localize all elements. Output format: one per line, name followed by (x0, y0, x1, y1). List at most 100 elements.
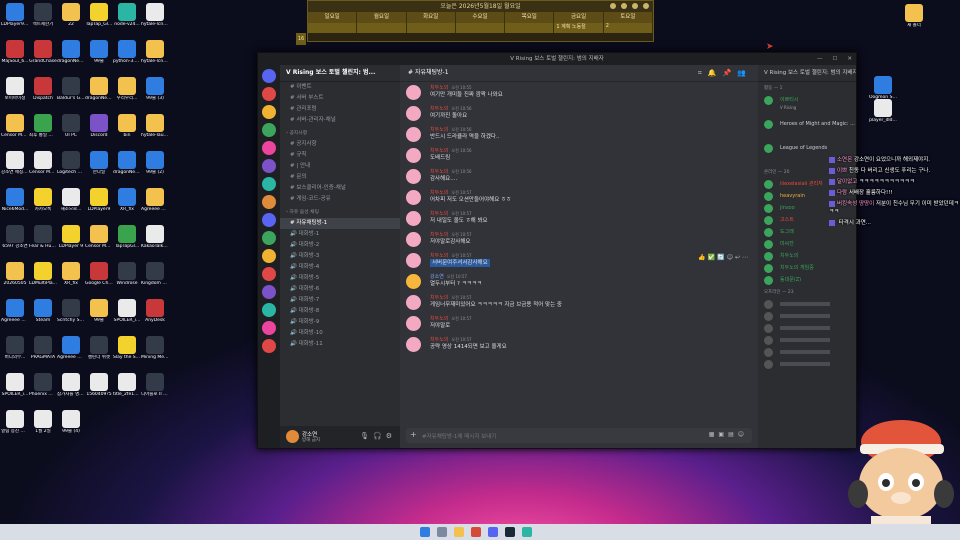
desktop-icon[interactable]: 6597 강소연 (1, 225, 29, 249)
server-icon[interactable] (262, 321, 276, 335)
desktop-icon[interactable]: dragonNest... (57, 40, 85, 64)
desktop-icon[interactable]: TapTap_Gl... (85, 3, 113, 27)
desktop-icon[interactable]: Baldur's Gate 3 (57, 77, 85, 101)
desktop-icon[interactable]: Google Chrome (85, 262, 113, 286)
channel-item[interactable]: # 관리포럼 (280, 104, 400, 115)
desktop-icon[interactable]: XR_fix (113, 188, 141, 212)
desktop-icon[interactable]: Agreeee 한글패치 (1, 299, 29, 323)
desktop-icon[interactable]: PRAGMATA (29, 336, 57, 360)
message-item[interactable]: 치두노의 오전 10:57 어차피 저도 오션만들어야해요 ㅎㅎ (400, 187, 758, 208)
desktop-icon[interactable]: 해조으로... (57, 188, 85, 212)
channel-item[interactable]: 🔊 대화방-4 (280, 262, 400, 273)
desktop-icon[interactable]: Scritchy Scratchy (57, 299, 85, 323)
desktop-icon[interactable]: Agreeee 한글패치 (1) (57, 336, 85, 360)
avatar[interactable] (406, 253, 421, 268)
member-item[interactable] (758, 310, 856, 322)
channel-item[interactable]: 🔊 대화방-9 (280, 317, 400, 328)
avatar[interactable] (406, 148, 421, 163)
channel-item[interactable]: # 게임-코드-공유 (280, 194, 400, 205)
server-icon[interactable] (262, 267, 276, 281)
bell-icon[interactable]: 🔔 (708, 69, 723, 77)
desktop-icon[interactable]: LDMultiPla... (29, 262, 57, 286)
member-item[interactable] (758, 322, 856, 334)
channel-item[interactable]: 🔊 대화방-6 (280, 284, 400, 295)
desktop-icon[interactable]: Censor Mod ADanMaric... (85, 225, 113, 249)
calendar-control-icon[interactable] (632, 3, 638, 9)
search-icon[interactable] (437, 527, 447, 537)
desktop-icon[interactable]: dragonNest... (85, 77, 113, 101)
member-item[interactable]: Heroes of Might and Magic: ... (758, 118, 856, 142)
desktop-icon[interactable]: 22 (57, 3, 85, 27)
server-icon[interactable] (262, 177, 276, 191)
desktop-icon[interactable]: Discord (85, 114, 113, 138)
member-item[interactable] (758, 334, 856, 346)
desktop-icon[interactable]: player_dld... (869, 99, 897, 123)
desktop-icon[interactable]: 1월 2일 (29, 410, 57, 434)
message-list[interactable]: 치두노의 오전 10:55 여기만 개미들 진짜 깜짝 나와요 치두노의 오전 10:5… (400, 82, 758, 424)
channel-item[interactable]: # | 안내 (280, 161, 400, 172)
desktop-icon[interactable]: SPOILER_i... (1, 373, 29, 397)
server-icon[interactable] (262, 231, 276, 245)
desktop-icon[interactable]: LDPlayer9_... (1, 3, 29, 27)
calendar-control-icon[interactable] (621, 3, 627, 9)
calendar-day-cell[interactable]: 2 (603, 23, 653, 33)
channel-item[interactable]: 🔊 대화방-8 (280, 306, 400, 317)
desktop-icon[interactable]: hytale-laun... (141, 114, 169, 138)
chrome-icon[interactable] (471, 527, 481, 537)
desktop-icon[interactable]: 최후 통일 게임 패치 (29, 114, 57, 138)
channel-item[interactable]: 🔊 대화방-3 (280, 251, 400, 262)
calendar-control-icon[interactable] (643, 3, 649, 9)
desktop-icon[interactable]: SPOILER_i... (113, 299, 141, 323)
app-taskbar-icon[interactable] (522, 527, 532, 537)
message-item[interactable]: 치두노의 오전 10:56 감사해요.... (400, 166, 758, 187)
server-icon[interactable] (262, 141, 276, 155)
desktop-icon[interactable]: node-v24... (113, 3, 141, 27)
desktop-icon[interactable]: 엑트제한기 (29, 3, 57, 27)
sticker-icon[interactable]: ▤ (728, 431, 738, 438)
desktop-icon[interactable]: XR_fix (57, 262, 85, 286)
server-icon[interactable] (262, 69, 276, 83)
desktop-icon[interactable]: Dispatch (29, 77, 57, 101)
gif-icon[interactable]: ▣ (718, 431, 728, 438)
desktop-icon[interactable]: Fear & Hunger (29, 225, 57, 249)
desktop-icon[interactable]: 99술 (2) (141, 151, 169, 175)
desktop-icon[interactable]: 20260505 (1, 262, 29, 286)
avatar[interactable] (406, 106, 421, 121)
desktop-icon[interactable]: hytale-lcne... (141, 40, 169, 64)
calendar-day-cell[interactable] (357, 23, 407, 33)
desktop-icon[interactable]: Kingdom Come De... (141, 262, 169, 286)
message-item[interactable]: 치두노의 오전 10:57 저야말로감사해요 (400, 229, 758, 250)
file-explorer-icon[interactable] (454, 527, 464, 537)
desktop-icon[interactable]: 99술 (4) (57, 410, 85, 434)
minimize-icon[interactable]: — (817, 53, 823, 65)
desktop-icon[interactable]: 열림 응진 열닫화 311 (1, 410, 29, 434)
avatar[interactable] (406, 232, 421, 247)
channel-item[interactable]: # 보스클리어-인증-채널 (280, 183, 400, 194)
desktop-icon[interactable]: Nice6Mod... (1, 188, 29, 212)
avatar[interactable] (406, 316, 421, 331)
desktop-icon[interactable]: Oogmon SuperRum... (869, 76, 897, 100)
channel-item[interactable]: 🔊 대화방-7 (280, 295, 400, 306)
message-item[interactable]: 치두노의 오전 10:56 도배드림 (400, 145, 758, 166)
member-item[interactable]: 치두노의 (758, 250, 856, 262)
mic-icon[interactable]: 🎙 (360, 432, 373, 440)
desktop-icon[interactable]: 99술 (85, 40, 113, 64)
server-icon[interactable] (262, 285, 276, 299)
desktop-icon[interactable]: 99술 (85, 299, 113, 323)
channel-item[interactable]: 🔊 대화방-5 (280, 273, 400, 284)
server-icon[interactable] (262, 195, 276, 209)
avatar[interactable] (406, 211, 421, 226)
desktop-icon[interactable]: 우리우리... (113, 77, 141, 101)
channel-item[interactable]: # 서버 부스트 (280, 93, 400, 104)
avatar[interactable] (286, 430, 299, 443)
desktop-icon[interactable]: 디아블로 II 레저렉션 (141, 373, 169, 397)
headset-icon[interactable]: 🎧 (373, 432, 386, 440)
calendar-widget[interactable]: 오늘은 2026년5월18일 월요일 일요일 월요일 화요일 수요일 목요일 금요일 토요일… (307, 0, 654, 42)
avatar[interactable] (406, 190, 421, 205)
desktop-icon[interactable]: KakaoTalk 20260505 (141, 225, 169, 249)
close-icon[interactable]: ✕ (847, 53, 852, 65)
desktop-icon[interactable]: Agreeee 한글패치 (1) (141, 188, 169, 212)
avatar[interactable] (406, 127, 421, 142)
message-item[interactable]: 치두노의 오전 10:56 여기까진 돌아요 (400, 103, 758, 124)
desktop-icon[interactable]: 버디의부... (1, 336, 29, 360)
